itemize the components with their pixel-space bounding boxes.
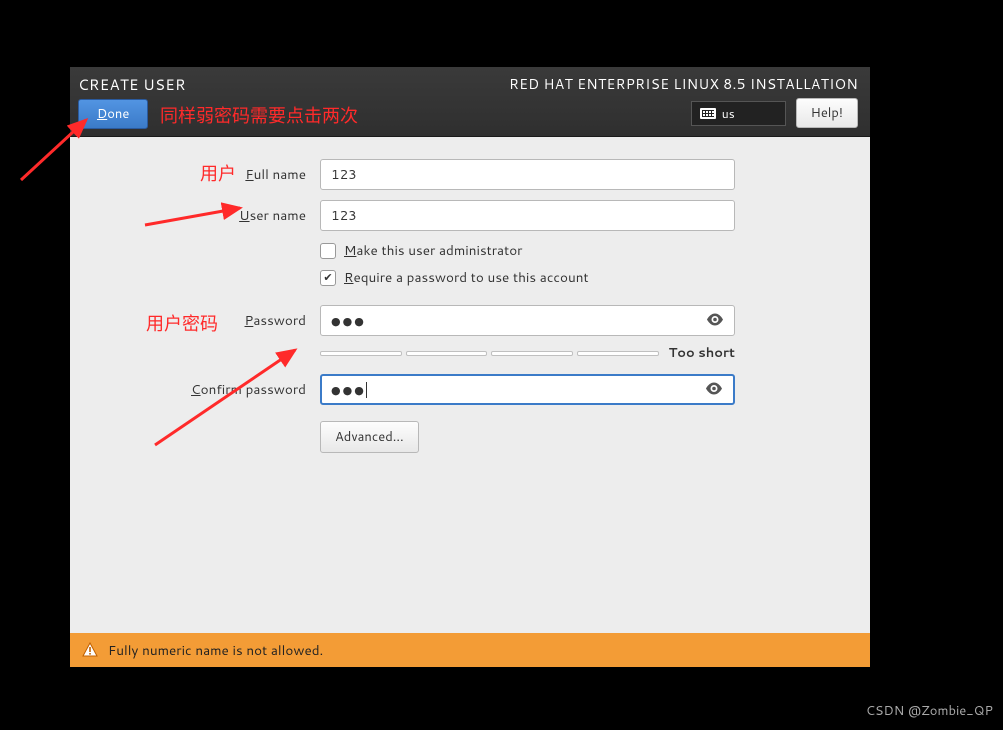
password-value: ●●● — [331, 313, 366, 329]
require-password-checkbox-label: Require a password to use this account — [344, 268, 589, 287]
warning-icon — [82, 642, 98, 658]
user-name-input[interactable] — [320, 200, 735, 231]
confirm-password-label: Confirm password — [130, 380, 320, 399]
admin-checkbox-label: Make this user administrator — [344, 241, 522, 260]
password-label: Password — [130, 311, 320, 330]
full-name-input[interactable] — [320, 159, 735, 190]
password-strength-meter — [320, 351, 659, 356]
done-button-rest: one — [107, 105, 129, 123]
keyboard-layout-selector[interactable]: us — [691, 101, 786, 126]
show-password-icon[interactable] — [706, 311, 724, 330]
form-content: Full name User name Make this user admin… — [70, 137, 870, 633]
confirm-password-input[interactable]: ●●● — [320, 374, 735, 405]
watermark: CSDN @Zombie_QP — [866, 702, 993, 720]
installation-title: RED HAT ENTERPRISE LINUX 8.5 INSTALLATIO… — [509, 74, 858, 94]
show-confirm-password-icon[interactable] — [705, 380, 723, 399]
user-name-label: User name — [130, 206, 320, 225]
warning-text: Fully numeric name is not allowed. — [108, 641, 323, 660]
admin-checkbox[interactable] — [320, 243, 336, 259]
done-button[interactable]: Done — [78, 99, 148, 129]
advanced-button[interactable]: Advanced... — [320, 421, 419, 453]
keyboard-icon — [700, 108, 716, 119]
keyboard-layout-label: us — [722, 105, 735, 122]
page-title: CREATE USER — [78, 74, 186, 95]
confirm-password-value: ●●● — [331, 382, 366, 398]
help-button[interactable]: Help! — [796, 98, 858, 128]
full-name-label: Full name — [130, 165, 320, 184]
installer-window: CREATE USER Done RED HAT ENTERPRISE LINU… — [70, 67, 870, 667]
warning-bar: Fully numeric name is not allowed. — [70, 633, 870, 667]
header-bar: CREATE USER Done RED HAT ENTERPRISE LINU… — [70, 67, 870, 137]
require-password-checkbox[interactable] — [320, 270, 336, 286]
password-input[interactable]: ●●● — [320, 305, 735, 336]
password-strength-text: Too short — [669, 344, 735, 362]
